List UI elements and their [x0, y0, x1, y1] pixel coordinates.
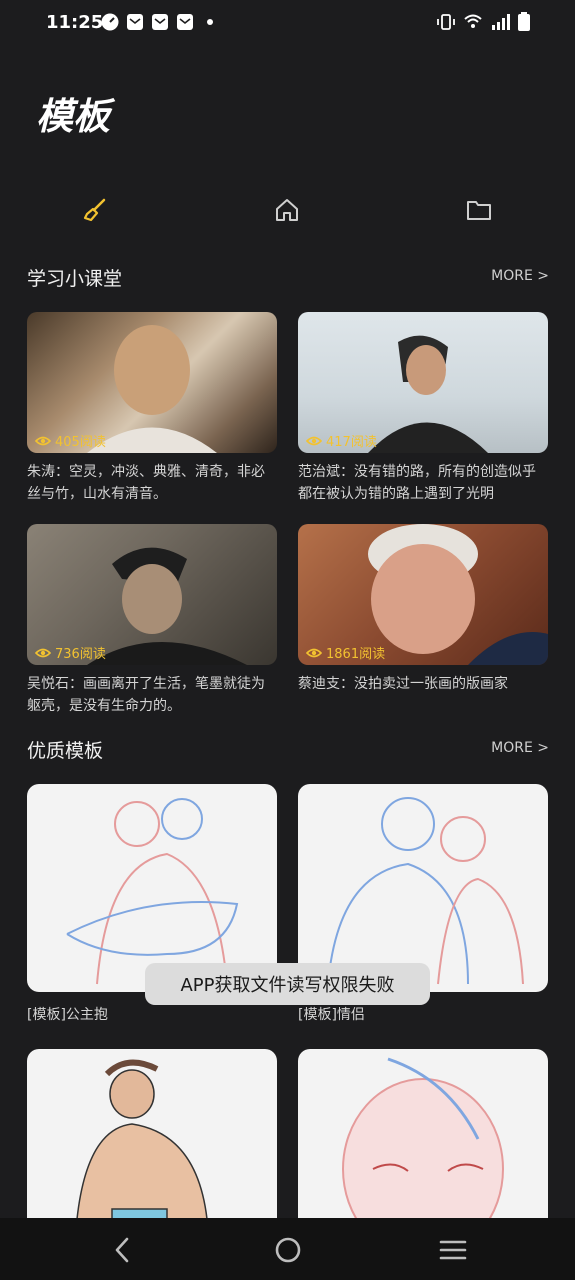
article-card[interactable]: 736阅读 吴悦石：画画离开了生活，笔墨就徒为躯壳，是没有生命力的。	[27, 524, 277, 717]
article-thumbnail: 1861阅读	[298, 524, 548, 665]
section-title: 优质模板	[27, 740, 104, 762]
view-count: 736阅读	[55, 647, 106, 662]
classroom-header: 学习小课堂 MORE >	[27, 264, 549, 294]
back-icon	[115, 1237, 129, 1263]
dot-icon	[207, 19, 213, 25]
more-link[interactable]: MORE >	[491, 740, 549, 756]
home-circle-icon	[275, 1237, 301, 1263]
battery-icon	[518, 12, 530, 31]
template-caption: [模板]公主抱	[27, 1007, 108, 1023]
more-link[interactable]: MORE >	[491, 268, 549, 284]
speedometer-icon	[101, 13, 119, 31]
section-title: 学习小课堂	[27, 268, 123, 290]
folder-icon	[467, 201, 491, 220]
article-thumbnail: 417阅读	[298, 312, 548, 453]
tab-folder[interactable]	[459, 190, 499, 230]
article-thumbnail: 405阅读	[27, 312, 277, 453]
eye-icon	[35, 648, 51, 657]
mail-icon	[177, 14, 193, 30]
eye-icon	[306, 436, 322, 445]
figure-sketch	[66, 798, 239, 985]
eye-icon	[35, 436, 51, 445]
article-card[interactable]: 405阅读 朱涛：空灵，冲淡、典雅、清奇，非必丝与竹，山水有清音。	[27, 312, 277, 505]
back-button[interactable]	[106, 1234, 138, 1266]
article-card[interactable]: 417阅读 范治斌：没有错的路，所有的创造似乎都在被认为错的路上遇到了光明	[298, 312, 548, 505]
article-caption: 朱涛：空灵，冲淡、典雅、清奇，非必丝与竹，山水有清音。	[27, 464, 265, 502]
menu-icon	[439, 1240, 467, 1260]
status-bar: 11:25	[0, 0, 575, 48]
eye-icon	[306, 648, 322, 657]
brush-icon	[83, 198, 106, 222]
view-count: 417阅读	[326, 435, 377, 450]
figure-sketch	[327, 797, 524, 985]
page-title: 模板	[36, 95, 110, 138]
article-caption: 蔡迪支：没拍卖过一张画的版画家	[298, 676, 508, 692]
tab-bar	[0, 190, 575, 232]
tab-home[interactable]	[267, 190, 307, 230]
article-card[interactable]: 1861阅读 蔡迪支：没拍卖过一张画的版画家	[298, 524, 548, 695]
view-count: 1861阅读	[326, 647, 386, 662]
tab-brush[interactable]	[75, 190, 115, 230]
signal-icon	[492, 14, 510, 30]
template-thumbnail	[27, 784, 277, 992]
article-caption: 吴悦石：画画离开了生活，笔墨就徒为躯壳，是没有生命力的。	[27, 676, 265, 714]
templates-header: 优质模板 MORE >	[27, 736, 549, 766]
recents-button[interactable]	[437, 1234, 469, 1266]
template-thumbnail	[298, 784, 548, 992]
toast-message: APP获取文件读写权限失败	[145, 963, 430, 1005]
wifi-icon	[464, 14, 482, 28]
system-nav-bar	[0, 1218, 575, 1280]
template-caption: [模板]情侣	[298, 1007, 365, 1023]
home-button[interactable]	[272, 1234, 304, 1266]
article-caption: 范治斌：没有错的路，所有的创造似乎都在被认为错的路上遇到了光明	[298, 464, 536, 502]
vibrate-icon	[437, 14, 455, 30]
home-icon	[276, 199, 298, 221]
status-time: 11:25	[46, 12, 104, 33]
mail-icon	[127, 14, 143, 30]
mail-icon	[152, 14, 168, 30]
view-count: 405阅读	[55, 435, 106, 450]
article-thumbnail: 736阅读	[27, 524, 277, 665]
